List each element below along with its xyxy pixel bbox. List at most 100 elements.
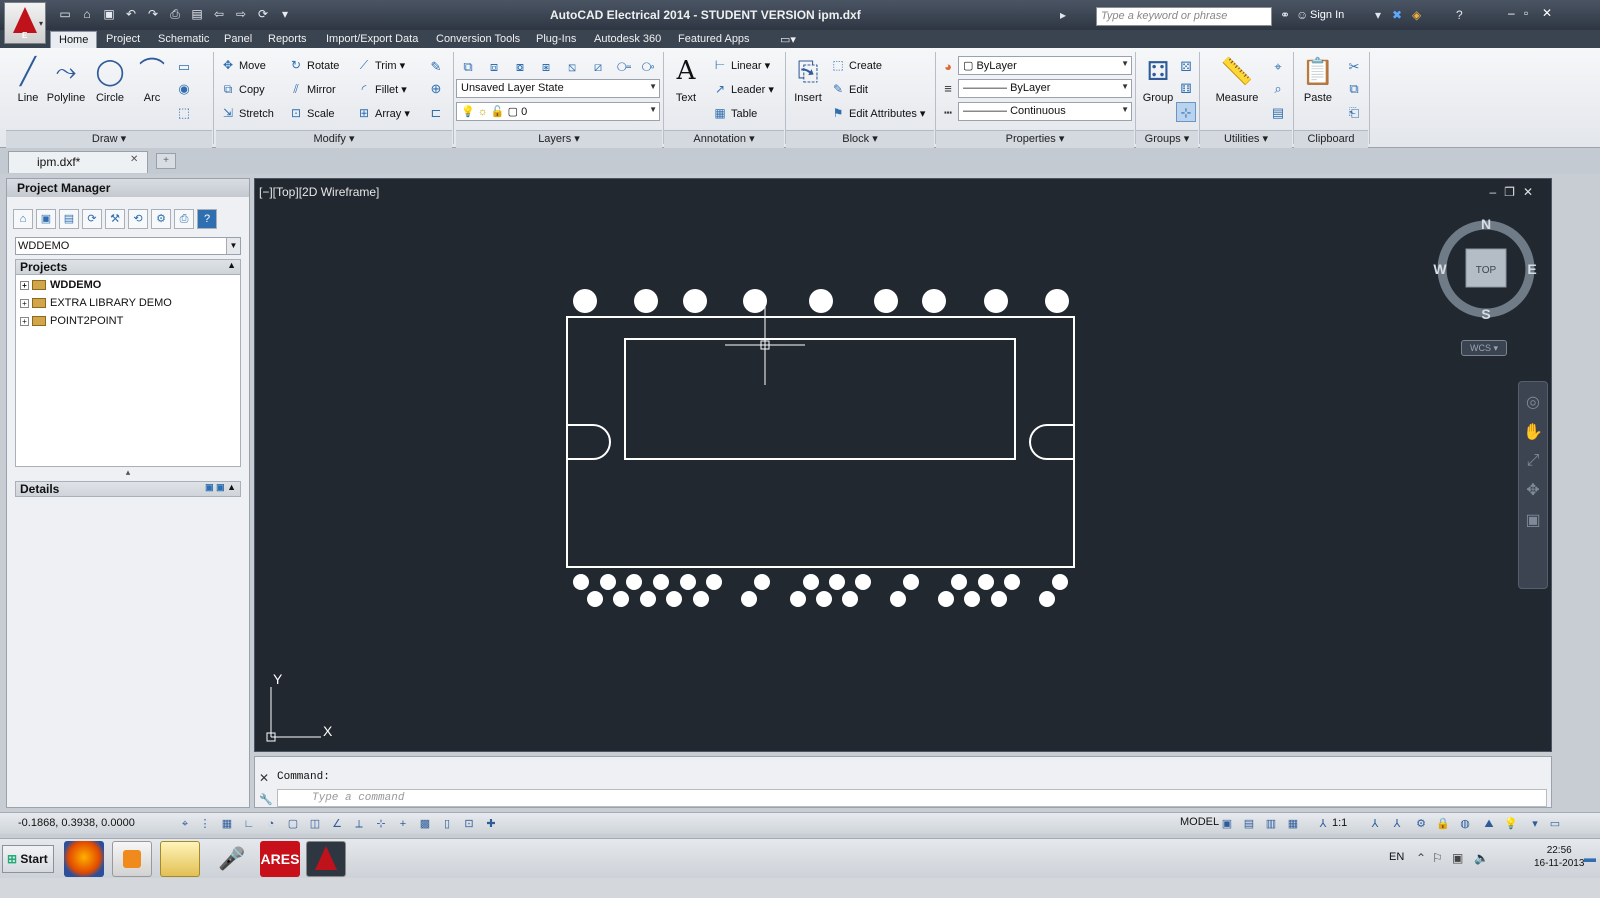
doc-tab-ipm[interactable]: ipm.dxf* [8, 151, 148, 173]
infer-constraints-icon[interactable]: ⌖ [176, 815, 194, 833]
layer-unisolate-icon[interactable]: ⧅ [562, 56, 582, 76]
copy-button[interactable]: ⧉ Copy [220, 82, 265, 96]
ortho-icon[interactable]: ∟ [240, 815, 258, 833]
bulb-icon[interactable]: 💡 [1502, 815, 1520, 833]
language-indicator[interactable]: EN [1389, 851, 1404, 863]
model-tab-icon[interactable]: ▣ [1218, 815, 1236, 833]
compass-e[interactable]: E [1527, 261, 1536, 277]
properties-panel-title[interactable]: Properties ▾ [936, 130, 1134, 148]
group-button[interactable]: ⚃ Group [1136, 54, 1180, 104]
refresh-icon[interactable]: ⟳ [82, 209, 102, 229]
tree-item-point2point[interactable]: + POINT2POINT [20, 315, 123, 327]
3d-osnap-icon[interactable]: ◫ [306, 815, 324, 833]
edit-attributes-button[interactable]: ⚑ Edit Attributes ▾ [830, 106, 926, 120]
save-icon[interactable]: ▣ [100, 6, 118, 22]
binoculars-icon[interactable]: ⚭ [1280, 8, 1290, 22]
layout-icon[interactable]: ▤ [1240, 815, 1258, 833]
layer-freeze-icon[interactable]: ⧄ [588, 56, 608, 76]
qat-dropdown-icon[interactable]: ▾ [276, 6, 294, 22]
quick-view-icon[interactable]: ▦ [1284, 815, 1302, 833]
chevron-right-icon[interactable]: ▸ [1060, 8, 1066, 22]
offset-icon[interactable]: ⊏ [426, 102, 446, 122]
polyline-button[interactable]: ⤳ Polyline [44, 54, 88, 104]
tab-plug-ins[interactable]: Plug-Ins [528, 31, 584, 48]
utilities-panel-title[interactable]: Utilities ▾ [1200, 130, 1292, 148]
ungroup-icon[interactable]: ⚄ [1176, 56, 1196, 76]
calculator-icon[interactable]: ▤ [1268, 102, 1288, 122]
expand-icon[interactable]: + [20, 298, 29, 308]
lineweight-toggle-icon[interactable]: + [394, 815, 412, 833]
quick-select-icon[interactable]: ⌖ [1268, 56, 1288, 76]
id-point-icon[interactable]: ⌕ [1268, 78, 1288, 98]
text-button[interactable]: A Text [664, 54, 708, 104]
flag-icon[interactable]: ⚐ [1432, 851, 1443, 865]
stretch-button[interactable]: ⇲ Stretch [220, 106, 274, 120]
draw-panel-title[interactable]: Draw ▾ [6, 130, 212, 148]
create-block-button[interactable]: ⬚ Create [830, 58, 882, 72]
splitter-handle[interactable]: ▴▾ [15, 467, 241, 488]
move-button[interactable]: ✥ Move [220, 58, 266, 72]
block-panel-title[interactable]: Block ▾ [786, 130, 934, 148]
expand-icon[interactable]: + [20, 280, 29, 290]
explorer-icon[interactable] [160, 841, 200, 877]
auto-scale-icon[interactable]: ⅄ [1388, 815, 1406, 833]
tab-reports[interactable]: Reports [260, 31, 315, 48]
layout2-icon[interactable]: ▥ [1262, 815, 1280, 833]
ducs-icon[interactable]: ⟂ [350, 815, 368, 833]
show-hidden-icons-icon[interactable]: ⌃ [1416, 851, 1426, 865]
layer-lock-icon[interactable]: ⧂ [638, 56, 658, 76]
update-icon[interactable]: ⟲ [128, 209, 148, 229]
viewport-controls-label[interactable]: [−][Top][2D Wireframe] [259, 185, 379, 199]
arc-button[interactable]: ⌒ Arc [130, 54, 174, 104]
otrack-icon[interactable]: ∠ [328, 815, 346, 833]
ribbon-toggle-icon[interactable]: ▭▾ [772, 31, 804, 48]
volume-icon[interactable]: 🔈 [1474, 851, 1489, 865]
group-selection-icon[interactable]: ⊹ [1176, 102, 1196, 122]
scale-button[interactable]: ⊡ Scale [288, 106, 335, 120]
forward-icon[interactable]: ⇨ [232, 6, 250, 22]
tab-schematic[interactable]: Schematic [150, 31, 217, 48]
new-icon[interactable]: ▭ [56, 6, 74, 22]
match-properties-icon[interactable]: ◕ [938, 56, 958, 76]
pan-icon[interactable]: ✋ [1519, 422, 1547, 442]
projects-header[interactable]: Projects ▲ [15, 259, 241, 275]
show-desktop-icon[interactable]: ▬ [1584, 851, 1596, 865]
compass-s[interactable]: S [1481, 306, 1490, 322]
expand-icon[interactable]: + [20, 316, 29, 326]
explode-icon[interactable]: ⊕ [426, 78, 446, 98]
rectangle-icon[interactable]: ▭ [174, 56, 194, 76]
modify-panel-title[interactable]: Modify ▾ [216, 130, 452, 148]
application-menu-button[interactable]: E ▾ [4, 2, 46, 44]
new-tab-button[interactable]: + [156, 153, 176, 169]
ares-icon[interactable]: ARES [260, 841, 300, 877]
compass-n[interactable]: N [1481, 219, 1491, 232]
tree-item-wddemo[interactable]: + WDDEMO [20, 279, 101, 291]
microphone-icon[interactable]: 🎤 [212, 841, 252, 877]
tab-home[interactable]: Home [50, 31, 98, 48]
array-button[interactable]: ⊞ Array ▾ [356, 106, 410, 120]
sign-in-link[interactable]: Sign In [1310, 9, 1344, 21]
paste-special-icon[interactable]: ⎗ [1344, 102, 1364, 122]
qp-icon[interactable]: ▯ [438, 815, 456, 833]
clean-screen-icon[interactable]: ▭ [1546, 815, 1564, 833]
tab-autodesk-360[interactable]: Autodesk 360 [586, 31, 669, 48]
annotation-scale-icon[interactable]: ⅄ [1314, 815, 1332, 833]
project-tasks-icon[interactable]: ⚒ [105, 209, 125, 229]
media-player-icon[interactable] [112, 841, 152, 877]
lineweight-icon[interactable]: ≡ [938, 78, 958, 98]
layer-isolate-icon[interactable]: ⧆ [536, 56, 556, 76]
project-settings-icon[interactable]: ⚙ [151, 209, 171, 229]
tree-item-extra-library-demo[interactable]: + EXTRA LIBRARY DEMO [20, 297, 172, 309]
redo-icon[interactable]: ↷ [144, 6, 162, 22]
lock-ui-icon[interactable]: 🔒 [1434, 815, 1452, 833]
annotation-scale[interactable]: 1:1 [1332, 817, 1347, 829]
layers-panel-title[interactable]: Layers ▾ [456, 130, 662, 148]
collapse-icon[interactable]: ▲ [227, 260, 236, 270]
firefox-icon[interactable] [64, 841, 104, 877]
project-select[interactable]: WDDEMO ▼ [15, 237, 241, 255]
network-icon[interactable]: ▣ [1452, 851, 1463, 865]
current-layer-select[interactable]: 💡 ☼ 🔓 ▢ 0 ▼ [456, 102, 660, 121]
rotate-button[interactable]: ↻ Rotate [288, 58, 339, 72]
wcs-menu[interactable]: WCS ▾ [1461, 340, 1507, 356]
close-icon[interactable]: ✕ [130, 154, 138, 165]
